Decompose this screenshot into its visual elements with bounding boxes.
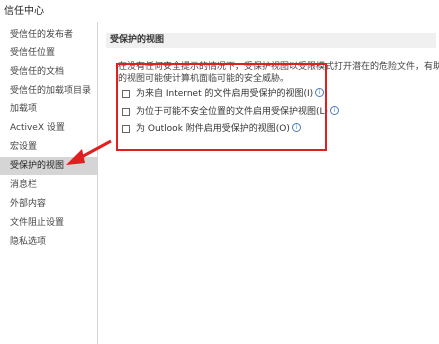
arrow-annotation-icon — [66, 139, 112, 165]
